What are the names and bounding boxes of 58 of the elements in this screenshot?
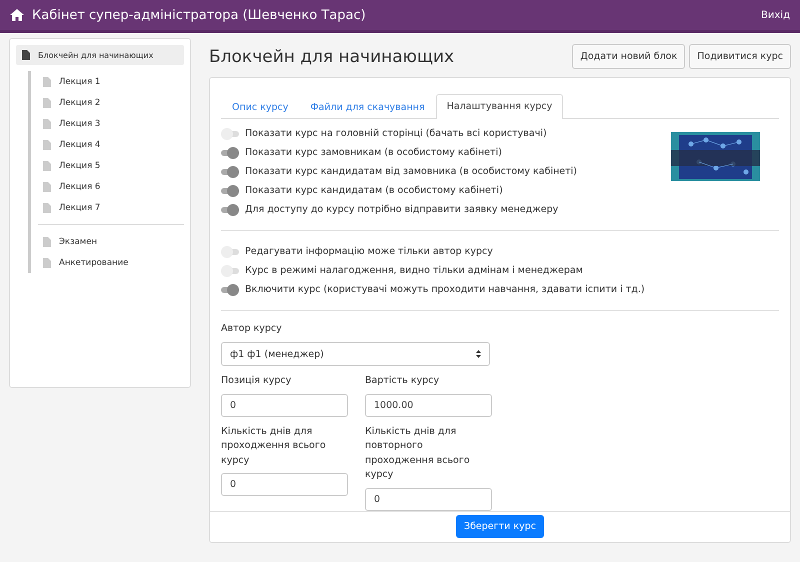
input-field[interactable]: 0: [365, 488, 492, 510]
toggle-label: Включити курс (користувачі можуть проходити навчання, здавати іспити і тд.): [245, 284, 645, 295]
page-title: Блокчейн для начинающих: [209, 46, 454, 66]
input-field[interactable]: 1000.00: [365, 394, 492, 416]
field-label: Вартість курсу: [365, 374, 440, 388]
app-title: Кабінет супер-адміністратора (Шевченко Тарас): [32, 8, 367, 22]
toolbar-button[interactable]: Додати новий блок: [572, 44, 686, 69]
toggle-label: Показати курс замовникам (в особистому кабінеті): [245, 147, 502, 158]
document-icon: [43, 140, 51, 150]
tab[interactable]: Опис курсу: [221, 95, 300, 119]
toggle-switch[interactable]: [221, 146, 239, 158]
tab[interactable]: Налаштування курсу: [436, 94, 564, 119]
lesson-link[interactable]: Лекция 1: [59, 76, 100, 86]
document-icon: [43, 182, 51, 192]
save-button[interactable]: Зберегти курс: [456, 515, 544, 538]
author-select[interactable]: ф1 ф1 (менеджер): [221, 342, 490, 366]
input-field[interactable]: 0: [221, 394, 348, 416]
toggle-label: Для доступу до курсу потрібно відправити заявку менеджеру: [245, 204, 558, 215]
input-field[interactable]: 0: [221, 473, 348, 496]
toggle-label: Курс в режимі налагодження, видно тільки адмінам і менеджерам: [245, 265, 583, 276]
toggle-label: Редагувати інформацію може тільки автор курсу: [245, 246, 493, 257]
document-icon: [43, 98, 51, 108]
sidebar-link[interactable]: Экзамен: [59, 236, 97, 246]
lesson-link[interactable]: Лекция 6: [59, 182, 100, 192]
document-icon: [43, 160, 51, 170]
toolbar-button[interactable]: Подивитися курс: [689, 44, 791, 69]
home-icon[interactable]: [10, 9, 24, 21]
course-item[interactable]: Блокчейн для начинающих: [16, 45, 184, 65]
document-icon: [43, 202, 51, 212]
logout-link[interactable]: Вихід: [761, 10, 790, 20]
field-label: Автор курсу: [221, 322, 283, 336]
sidebar-link[interactable]: Анкетирование: [59, 258, 128, 268]
toggle-switch[interactable]: [221, 184, 239, 196]
lesson-link[interactable]: Лекция 3: [59, 118, 100, 128]
toggle-switch[interactable]: [221, 246, 239, 258]
document-icon: [43, 236, 51, 246]
toggle-switch[interactable]: [221, 204, 239, 216]
sort-icon: [476, 350, 481, 358]
lesson-link[interactable]: Лекция 2: [59, 98, 100, 108]
toggle-switch[interactable]: [221, 264, 239, 276]
course-label: Блокчейн для начинающих: [38, 50, 154, 60]
lesson-link[interactable]: Лекция 7: [59, 202, 100, 212]
lesson-link[interactable]: Лекция 5: [59, 160, 100, 170]
document-icon: [43, 76, 51, 86]
tab[interactable]: Файли для скачування: [299, 95, 436, 119]
toggle-switch[interactable]: [221, 166, 239, 178]
document-icon: [43, 118, 51, 128]
field-label: Кількість днів для повторного проходження всього курсу: [365, 424, 471, 482]
toggle-switch[interactable]: [221, 284, 239, 296]
lesson-link[interactable]: Лекция 4: [59, 140, 100, 150]
field-label: Позиція курсу: [221, 374, 292, 388]
toggle-label: Показати курс кандидатам від замовника (в особистому кабінеті): [245, 166, 578, 177]
toggle-switch[interactable]: [221, 128, 239, 140]
field-label: Кількість днів для проходження всього курсу: [221, 424, 327, 468]
toggle-label: Показати курс кандидатам (в особистому кабінеті): [245, 185, 503, 196]
document-icon: [43, 258, 51, 268]
toggle-label: Показати курс на головній сторінці (бачать всі користувачі): [245, 128, 547, 139]
document-icon: [22, 50, 30, 60]
